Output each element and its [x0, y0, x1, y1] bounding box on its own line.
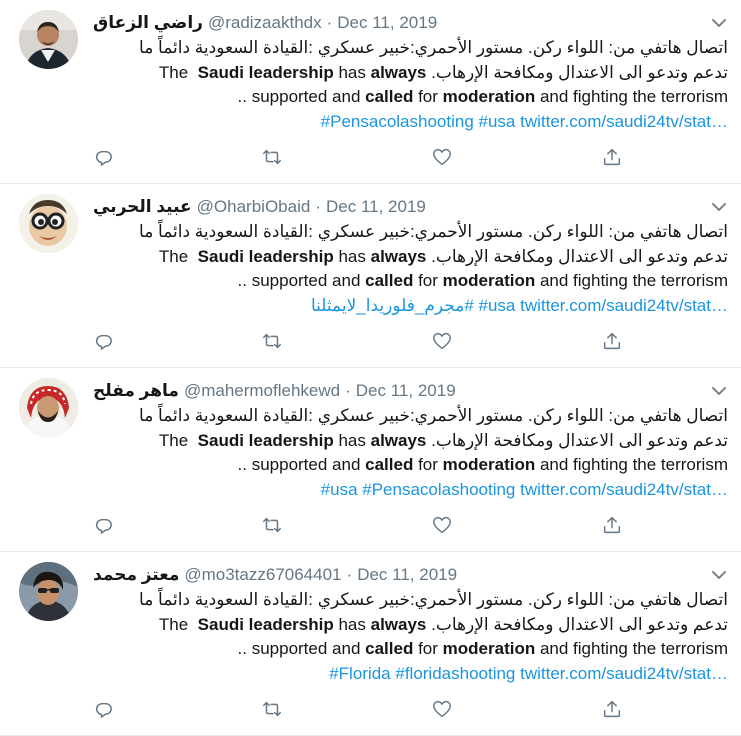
text-line-3: .. supported and called for moderation a… [237, 639, 728, 658]
tweet[interactable]: عبيد الحربي @OharbiObaid · Dec 11, 2019 … [0, 184, 741, 368]
url-link[interactable]: twitter.com/saudi24tv/stat… [520, 112, 728, 131]
reply-icon[interactable] [93, 146, 115, 168]
user-handle[interactable]: @OharbiObaid [197, 195, 311, 219]
tweet-feed: راضي الزعاق @radizaakthdx · Dec 11, 2019… [0, 0, 741, 736]
hashtag-line: #مجرم_فلوريدا_لايمثلنا #usa twitter.com/… [93, 294, 728, 319]
separator-dot: · [346, 565, 353, 584]
hashtag-link[interactable]: #usa [479, 112, 516, 131]
tweet-actions [93, 698, 633, 722]
text-line-3: .. supported and called for moderation a… [237, 87, 728, 106]
user-handle[interactable]: @radizaakthdx [208, 11, 322, 35]
text-line-2: The Saudi leadership has always تدعم وتد… [158, 62, 728, 82]
hashtag-link[interactable]: #Pensacolashooting [362, 480, 515, 499]
text-line-3: .. supported and called for moderation a… [237, 455, 728, 474]
avatar[interactable] [19, 562, 78, 621]
tweet-actions [93, 146, 633, 170]
share-icon[interactable] [601, 330, 623, 352]
retweet-icon[interactable] [261, 146, 283, 168]
retweet-icon[interactable] [261, 330, 283, 352]
hashtag-line: #usa #Pensacolashooting twitter.com/saud… [93, 478, 728, 503]
hashtag-line: #Pensacolashooting #usa twitter.com/saud… [93, 110, 728, 135]
text-line-3: .. supported and called for moderation a… [237, 271, 728, 290]
tweet-header: ماهر مفلح @mahermoflehkewd · Dec 11, 201… [93, 379, 701, 403]
tweet[interactable]: ماهر مفلح @mahermoflehkewd · Dec 11, 201… [0, 368, 741, 552]
user-handle[interactable]: @mo3tazz67064401 [184, 563, 341, 587]
text-line-1: اتصال هاتفي من: اللواء ركن. مستور الأحمر… [139, 590, 728, 609]
text-line-1: اتصال هاتفي من: اللواء ركن. مستور الأحمر… [139, 406, 728, 425]
share-icon[interactable] [601, 514, 623, 536]
text-line-2: The Saudi leadership has always تدعم وتد… [158, 430, 728, 450]
tweet-text: اتصال هاتفي من: اللواء ركن. مستور الأحمر… [93, 36, 728, 134]
url-link[interactable]: twitter.com/saudi24tv/stat… [520, 664, 728, 683]
like-icon[interactable] [431, 698, 453, 720]
tweet-date[interactable]: Dec 11, 2019 [337, 11, 437, 35]
hashtag-link[interactable]: #مجرم_فلوريدا_لايمثلنا [311, 296, 474, 315]
chevron-down-icon[interactable] [711, 200, 727, 212]
hashtag-link[interactable]: #usa [321, 480, 358, 499]
text-line-1: اتصال هاتفي من: اللواء ركن. مستور الأحمر… [139, 38, 728, 57]
tweet-date[interactable]: Dec 11, 2019 [356, 379, 456, 403]
tweet[interactable]: راضي الزعاق @radizaakthdx · Dec 11, 2019… [0, 0, 741, 184]
tweet-actions [93, 514, 633, 538]
reply-icon[interactable] [93, 698, 115, 720]
reply-icon[interactable] [93, 330, 115, 352]
hashtag-line: #Florida #floridashooting twitter.com/sa… [93, 662, 728, 687]
user-handle[interactable]: @mahermoflehkewd [184, 379, 340, 403]
retweet-icon[interactable] [261, 698, 283, 720]
tweet-date[interactable]: Dec 11, 2019 [326, 195, 426, 219]
share-icon[interactable] [601, 698, 623, 720]
tweet[interactable]: معتز محمد @mo3tazz67064401 · Dec 11, 201… [0, 552, 741, 736]
like-icon[interactable] [431, 330, 453, 352]
tweet-header: معتز محمد @mo3tazz67064401 · Dec 11, 201… [93, 563, 701, 587]
hashtag-link[interactable]: #Florida [329, 664, 390, 683]
url-link[interactable]: twitter.com/saudi24tv/stat… [520, 296, 728, 315]
avatar[interactable] [19, 10, 78, 69]
hashtag-link[interactable]: #Pensacolashooting [321, 112, 474, 131]
like-icon[interactable] [431, 514, 453, 536]
tweet-actions [93, 330, 633, 354]
chevron-down-icon[interactable] [711, 16, 727, 28]
text-line-1: اتصال هاتفي من: اللواء ركن. مستور الأحمر… [139, 222, 728, 241]
tweet-date[interactable]: Dec 11, 2019 [357, 563, 457, 587]
display-name[interactable]: راضي الزعاق [93, 11, 203, 35]
avatar[interactable] [19, 194, 78, 253]
display-name[interactable]: معتز محمد [93, 563, 179, 587]
separator-dot: · [315, 197, 321, 216]
tweet-text: اتصال هاتفي من: اللواء ركن. مستور الأحمر… [93, 404, 728, 502]
text-line-2: The Saudi leadership has always تدعم وتد… [158, 246, 728, 266]
hashtag-link[interactable]: #usa [479, 296, 516, 315]
chevron-down-icon[interactable] [711, 384, 727, 396]
display-name[interactable]: عبيد الحربي [93, 195, 192, 219]
tweet-header: عبيد الحربي @OharbiObaid · Dec 11, 2019 [93, 195, 701, 219]
chevron-down-icon[interactable] [711, 568, 727, 580]
url-link[interactable]: twitter.com/saudi24tv/stat… [520, 480, 728, 499]
hashtag-link[interactable]: #floridashooting [395, 664, 515, 683]
retweet-icon[interactable] [261, 514, 283, 536]
tweet-text: اتصال هاتفي من: اللواء ركن. مستور الأحمر… [93, 220, 728, 318]
share-icon[interactable] [601, 146, 623, 168]
display-name[interactable]: ماهر مفلح [93, 379, 179, 403]
avatar[interactable] [19, 378, 78, 437]
like-icon[interactable] [431, 146, 453, 168]
reply-icon[interactable] [93, 514, 115, 536]
tweet-header: راضي الزعاق @radizaakthdx · Dec 11, 2019 [93, 11, 701, 35]
tweet-text: اتصال هاتفي من: اللواء ركن. مستور الأحمر… [93, 588, 728, 686]
separator-dot: · [326, 13, 333, 32]
separator-dot: · [345, 381, 351, 400]
text-line-2: The Saudi leadership has always تدعم وتد… [158, 614, 728, 634]
